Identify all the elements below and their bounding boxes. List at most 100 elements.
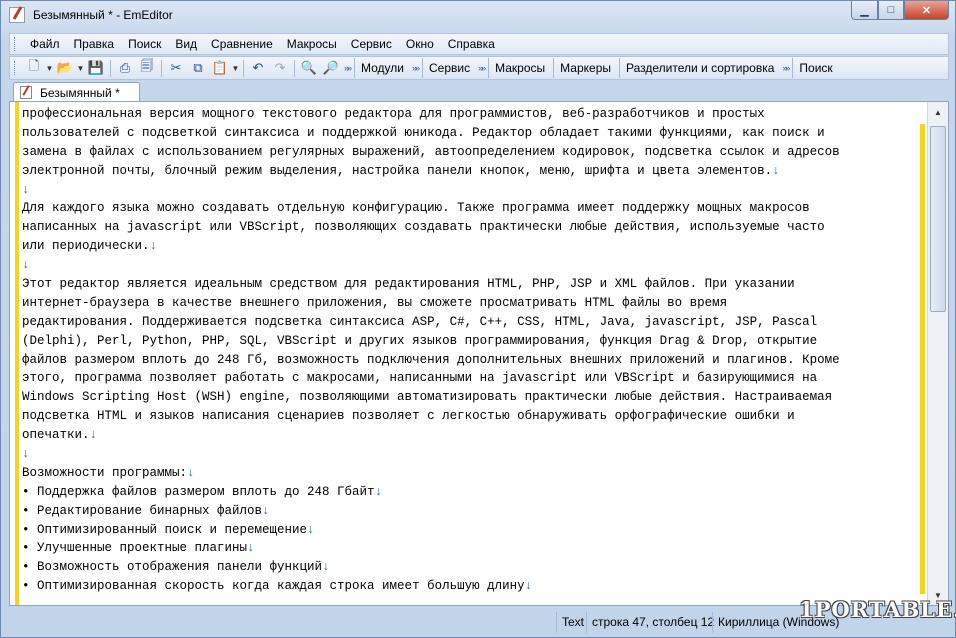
- redo-icon[interactable]: ↷: [269, 58, 291, 78]
- toolbar-tools-button[interactable]: Сервис: [422, 58, 476, 78]
- scroll-up-icon[interactable]: ▲: [930, 104, 946, 120]
- menu-search[interactable]: Поиск: [121, 34, 168, 54]
- minimize-button[interactable]: ▁: [851, 1, 878, 20]
- vertical-scrollbar[interactable]: ▲ ▼: [927, 102, 948, 605]
- find-next-icon[interactable]: 🔎: [320, 58, 342, 78]
- menu-compare[interactable]: Сравнение: [204, 34, 280, 54]
- editor-line[interactable]: ↓: [22, 445, 930, 464]
- editor-line[interactable]: ↓: [22, 256, 930, 275]
- editor-line[interactable]: пользователей с подсветкой синтаксиса и …: [22, 124, 930, 143]
- editor-line[interactable]: подсветка HTML и языков написания сценар…: [22, 407, 930, 426]
- toolbar-overflow-chevron-icon[interactable]: »»: [412, 63, 420, 73]
- print-icon[interactable]: ⎙: [114, 58, 136, 78]
- editor-line[interactable]: написанных на javascript или VBScript, п…: [22, 218, 930, 237]
- return-mark-icon: ↓: [247, 541, 255, 556]
- menu-macros[interactable]: Макросы: [280, 34, 344, 54]
- save-icon[interactable]: 💾: [85, 58, 107, 78]
- line-text: интернет-браузера в качестве внешнего пр…: [22, 295, 728, 310]
- editor-line[interactable]: или периодически.↓: [22, 237, 930, 256]
- toolbar-separator: [294, 59, 295, 77]
- line-text: файлов размером вплоть до 248 Гб, возмож…: [22, 352, 840, 367]
- editor-line[interactable]: Возможности программы:↓: [22, 464, 930, 483]
- open-dropdown[interactable]: ▼: [76, 64, 85, 73]
- return-mark-icon: ↓: [187, 465, 195, 480]
- editor-line[interactable]: • Улучшенные проектные плагины↓: [22, 539, 930, 558]
- editor-line[interactable]: • Оптимизированный поиск и перемещение↓: [22, 521, 930, 540]
- maximize-button[interactable]: □: [878, 1, 904, 20]
- window-controls: ▁ □ ✕: [851, 1, 949, 20]
- toolbar-macros-button[interactable]: Макросы: [488, 58, 551, 78]
- emeditor-app-icon[interactable]: [9, 7, 25, 23]
- editor-line[interactable]: замена в файлах с использованием регуляр…: [22, 143, 930, 162]
- editor-line[interactable]: (Delphi), Perl, Python, PHP, SQL, VBScri…: [22, 332, 930, 351]
- bookmark-margin: [15, 102, 19, 605]
- return-mark-icon: ↓: [322, 560, 330, 575]
- cut-icon[interactable]: ✂: [165, 58, 187, 78]
- toolbar-separator: [161, 59, 162, 77]
- line-text: пользователей с подсветкой синтаксиса и …: [22, 125, 825, 140]
- editor-line[interactable]: профессиональная версия мощного текстово…: [22, 105, 930, 124]
- line-text: Возможности программы:: [22, 465, 188, 480]
- undo-icon[interactable]: ↶: [247, 58, 269, 78]
- editor-line[interactable]: файлов размером вплоть до 248 Гб, возмож…: [22, 351, 930, 370]
- line-text: • Улучшенные проектные плагины: [22, 541, 248, 556]
- editor-line[interactable]: • Возможность отображения панели функций…: [22, 558, 930, 577]
- toolbar-separator: [243, 59, 244, 77]
- editor-pane[interactable]: профессиональная версия мощного текстово…: [9, 101, 949, 606]
- title-bar[interactable]: Безымянный * - EmEditor ▁ □ ✕: [1, 1, 955, 29]
- scrollbar-thumb[interactable]: [930, 126, 946, 312]
- paste-icon[interactable]: 📋: [209, 58, 231, 78]
- editor-line[interactable]: Для каждого языка можно создавать отдель…: [22, 199, 930, 218]
- tab-untitled[interactable]: Безымянный *: [13, 82, 140, 102]
- editor-line[interactable]: редактирования. Поддерживается подсветка…: [22, 313, 930, 332]
- editor-line[interactable]: ↓: [22, 181, 930, 200]
- menu-window[interactable]: Окно: [399, 34, 441, 54]
- toolbar-plugins-button[interactable]: Модули: [354, 58, 410, 78]
- menu-file[interactable]: Файл: [23, 34, 67, 54]
- editor-line[interactable]: • Оптимизированная скорость когда каждая…: [22, 577, 930, 596]
- find-icon[interactable]: 🔍: [298, 58, 320, 78]
- toolbar-overflow-chevron-icon[interactable]: »»: [782, 63, 790, 73]
- line-text: написанных на javascript или VBScript, п…: [22, 220, 825, 235]
- toolbar-grip[interactable]: [14, 61, 17, 75]
- toolbar-markers-button[interactable]: Маркеры: [553, 58, 617, 78]
- return-mark-icon: ↓: [22, 182, 30, 197]
- editor-line[interactable]: этого, программа позволяет работать с ма…: [22, 369, 930, 388]
- editor-line[interactable]: интернет-браузера в качестве внешнего пр…: [22, 294, 930, 313]
- line-text: редактирования. Поддерживается подсветка…: [22, 314, 818, 329]
- toolbar-separators-sort-button[interactable]: Разделители и сортировка: [619, 58, 780, 78]
- toolbar-overflow-chevron-icon[interactable]: »»: [344, 63, 352, 73]
- print-preview-icon[interactable]: 🗐: [136, 58, 158, 78]
- menu-tools[interactable]: Сервис: [344, 34, 399, 54]
- return-mark-icon: ↓: [772, 163, 780, 178]
- editor-line[interactable]: Этот редактор является идеальным средств…: [22, 275, 930, 294]
- menu-help[interactable]: Справка: [441, 34, 502, 54]
- copy-icon[interactable]: ⧉: [187, 58, 209, 78]
- editor-line[interactable]: электронной почты, блочный режим выделен…: [22, 162, 930, 181]
- line-text: подсветка HTML и языков написания сценар…: [22, 409, 795, 424]
- line-text: Этот редактор является идеальным средств…: [22, 277, 795, 292]
- open-folder-icon[interactable]: 📂: [54, 58, 76, 78]
- status-position[interactable]: строка 47, столбец 12: [586, 612, 719, 633]
- new-file-dropdown[interactable]: ▼: [45, 64, 54, 73]
- line-text: (Delphi), Perl, Python, PHP, SQL, VBScri…: [22, 333, 818, 348]
- return-mark-icon: ↓: [307, 522, 315, 537]
- document-icon: [20, 86, 32, 99]
- close-button[interactable]: ✕: [904, 1, 949, 20]
- editor-line[interactable]: опечатки.↓: [22, 426, 930, 445]
- editor-text[interactable]: профессиональная версия мощного текстово…: [22, 105, 930, 605]
- standard-toolbar: 🗋 ▼ 📂 ▼ 💾 ⎙ 🗐 ✂ ⧉ 📋 ▼ ↶ ↷ 🔍 🔎 »»: [23, 57, 352, 79]
- new-file-icon[interactable]: 🗋: [23, 58, 45, 78]
- menu-edit[interactable]: Правка: [67, 34, 122, 54]
- line-text: или периодически.: [22, 239, 150, 254]
- editor-line[interactable]: • Редактирование бинарных файлов↓: [22, 502, 930, 521]
- editor-line[interactable]: • Поддержка файлов размером вплоть до 24…: [22, 483, 930, 502]
- toolbar: 🗋 ▼ 📂 ▼ 💾 ⎙ 🗐 ✂ ⧉ 📋 ▼ ↶ ↷ 🔍 🔎 »» Модули …: [9, 56, 949, 80]
- menu-grip[interactable]: [14, 37, 17, 51]
- toolbar-overflow-chevron-icon[interactable]: »»: [478, 63, 486, 73]
- toolbar-search-button[interactable]: Поиск: [792, 58, 838, 78]
- editor-line[interactable]: Windows Scripting Host (WSH) engine, поз…: [22, 388, 930, 407]
- status-mode[interactable]: Text: [556, 612, 589, 633]
- menu-view[interactable]: Вид: [168, 34, 204, 54]
- paste-dropdown[interactable]: ▼: [231, 64, 240, 73]
